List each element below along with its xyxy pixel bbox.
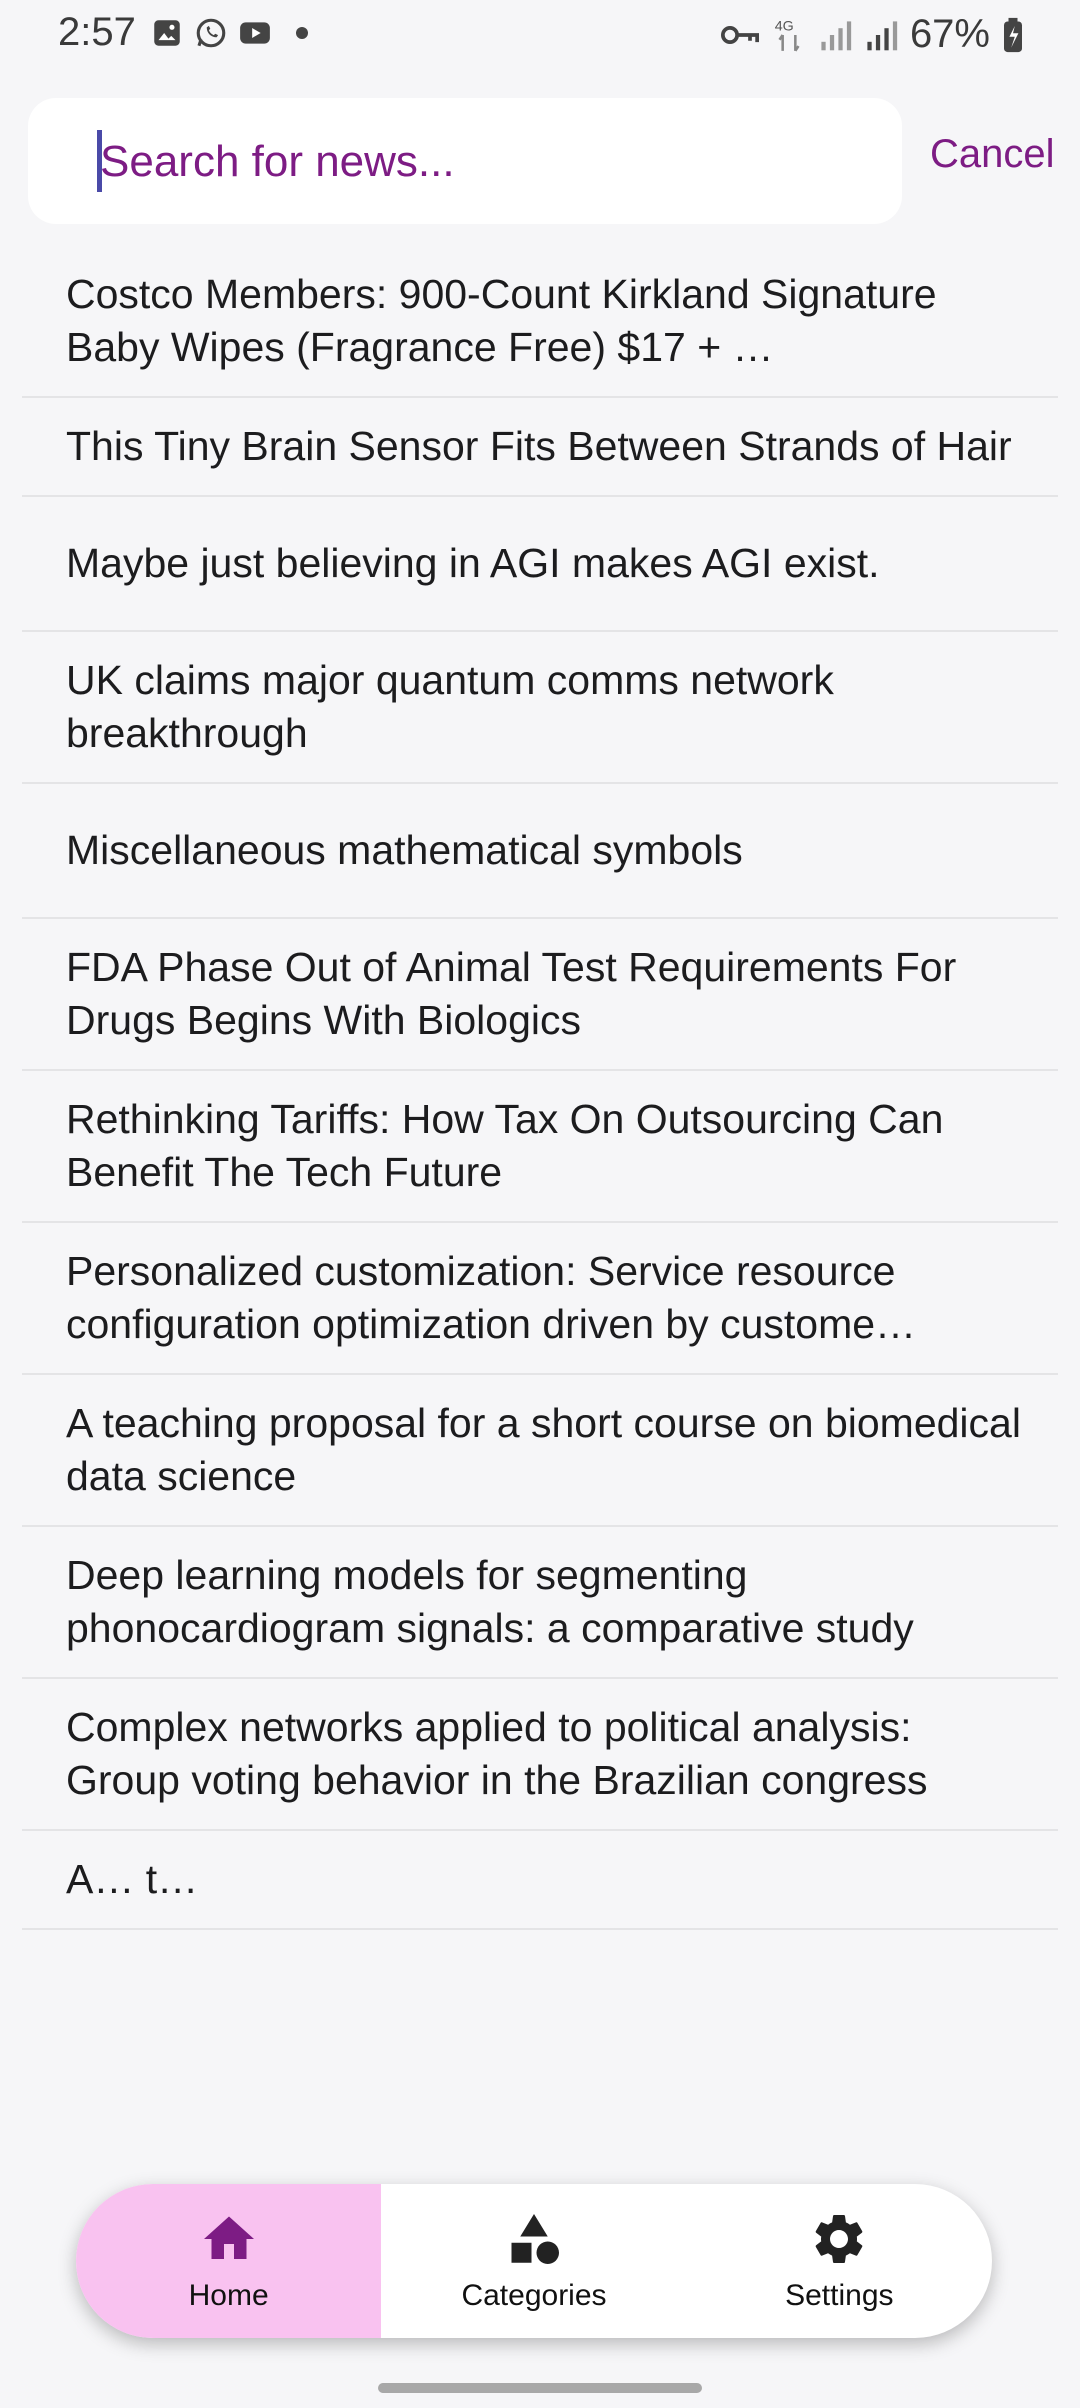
key-icon bbox=[720, 25, 759, 44]
cancel-button[interactable]: Cancel bbox=[930, 132, 1055, 177]
list-item[interactable]: A teaching proposal for a short course o… bbox=[22, 1375, 1058, 1527]
status-system-icons: 4G 67% bbox=[720, 12, 1024, 57]
news-list[interactable]: Costco Members: 900-Count Kirkland Signa… bbox=[22, 246, 1058, 1930]
nav-label-home: Home bbox=[188, 2279, 269, 2312]
status-time: 2:57 bbox=[58, 10, 136, 54]
nav-item-home[interactable]: Home bbox=[76, 2184, 382, 2338]
list-item[interactable]: Complex networks applied to political an… bbox=[22, 1679, 1058, 1831]
list-item[interactable]: This Tiny Brain Sensor Fits Between Stra… bbox=[22, 398, 1058, 497]
4g-data-icon: 4G bbox=[775, 18, 800, 52]
home-icon bbox=[203, 2216, 254, 2259]
svg-text:4G: 4G bbox=[775, 18, 794, 34]
nav-label-settings: Settings bbox=[785, 2279, 894, 2312]
status-bar: 2:57 4G 67% bbox=[0, 0, 1080, 70]
status-notification-icons bbox=[150, 16, 308, 50]
list-item[interactable]: Maybe just believing in AGI makes AGI ex… bbox=[22, 497, 1058, 632]
shapes-icon bbox=[511, 2214, 559, 2264]
image-icon bbox=[154, 20, 180, 46]
gear-icon bbox=[815, 2215, 863, 2263]
home-indicator[interactable] bbox=[378, 2383, 702, 2393]
list-item[interactable]: Costco Members: 900-Count Kirkland Signa… bbox=[22, 246, 1058, 398]
bottom-navigation: Home Categories Settings bbox=[76, 2184, 992, 2338]
list-item[interactable]: Miscellaneous mathematical symbols bbox=[22, 784, 1058, 919]
list-item[interactable]: A… t… bbox=[22, 1831, 1058, 1930]
list-item[interactable]: UK claims major quantum comms network br… bbox=[22, 632, 1058, 784]
nav-item-categories[interactable]: Categories bbox=[381, 2184, 686, 2338]
list-item[interactable]: Rethinking Tariffs: How Tax On Outsourci… bbox=[22, 1071, 1058, 1223]
battery-percentage: 67% bbox=[909, 12, 990, 56]
search-input[interactable] bbox=[98, 128, 882, 196]
search-box[interactable] bbox=[28, 98, 902, 224]
text-cursor bbox=[97, 130, 102, 192]
youtube-icon bbox=[240, 22, 270, 44]
more-notifications-dot-icon bbox=[296, 27, 308, 39]
nav-label-categories: Categories bbox=[461, 2279, 607, 2312]
signal-icon bbox=[867, 20, 898, 50]
list-item[interactable]: Deep learning models for segmenting phon… bbox=[22, 1527, 1058, 1679]
list-item[interactable]: FDA Phase Out of Animal Test Requirement… bbox=[22, 919, 1058, 1071]
list-item[interactable]: Personalized customization: Service reso… bbox=[22, 1223, 1058, 1375]
whatsapp-icon bbox=[196, 18, 226, 48]
signal-icon bbox=[821, 20, 852, 50]
battery-icon bbox=[1004, 17, 1022, 52]
nav-item-settings[interactable]: Settings bbox=[687, 2184, 992, 2338]
